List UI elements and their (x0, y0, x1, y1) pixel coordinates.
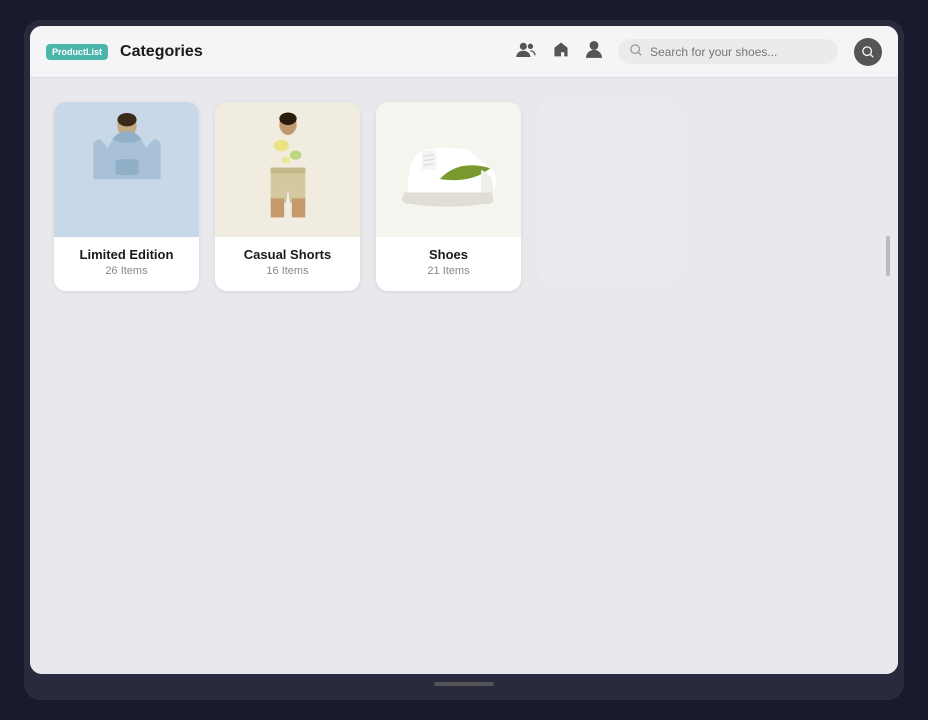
category-card-shoes[interactable]: Shoes 21 Items (376, 102, 521, 291)
bottom-bar (30, 674, 898, 694)
category-name-shoes: Shoes (388, 247, 509, 262)
scrollbar-thumb (886, 236, 890, 276)
screen: ProductList Categories (30, 26, 898, 674)
search-input[interactable] (650, 45, 810, 59)
shorts-bg (215, 102, 360, 237)
search-icon (630, 44, 642, 59)
categories-grid: Limited Edition 26 Items (54, 102, 874, 291)
user-icon[interactable] (586, 40, 602, 63)
category-image-limited-edition (54, 102, 199, 237)
category-image-casual-shorts (215, 102, 360, 237)
group-icon[interactable] (516, 41, 536, 62)
device-frame: ProductList Categories (24, 20, 904, 700)
page-title: Categories (120, 43, 504, 61)
category-card-casual-shorts[interactable]: Casual Shorts 16 Items (215, 102, 360, 291)
home-icon[interactable] (552, 40, 570, 63)
category-card-limited-edition[interactable]: Limited Edition 26 Items (54, 102, 199, 291)
scrollbar[interactable] (885, 86, 890, 666)
category-image-shoes (376, 102, 521, 237)
main-content: Limited Edition 26 Items (30, 78, 898, 674)
category-name-casual-shorts: Casual Shorts (227, 247, 348, 262)
category-info-limited-edition: Limited Edition 26 Items (54, 237, 199, 279)
header: ProductList Categories (30, 26, 898, 78)
empty-slot (537, 102, 682, 282)
category-count-shoes: 21 Items (388, 265, 509, 277)
category-count-casual-shorts: 16 Items (227, 265, 348, 277)
category-name-limited-edition: Limited Edition (66, 247, 187, 262)
bottom-pill (434, 682, 494, 686)
logo-badge: ProductList (46, 44, 108, 60)
category-info-casual-shorts: Casual Shorts 16 Items (215, 237, 360, 279)
hoodie-bg (54, 102, 199, 237)
shoes-bg (376, 102, 521, 237)
search-bar (618, 39, 838, 64)
header-icons (516, 38, 882, 66)
category-count-limited-edition: 26 Items (66, 265, 187, 277)
search-button[interactable] (854, 38, 882, 66)
category-info-shoes: Shoes 21 Items (376, 237, 521, 279)
